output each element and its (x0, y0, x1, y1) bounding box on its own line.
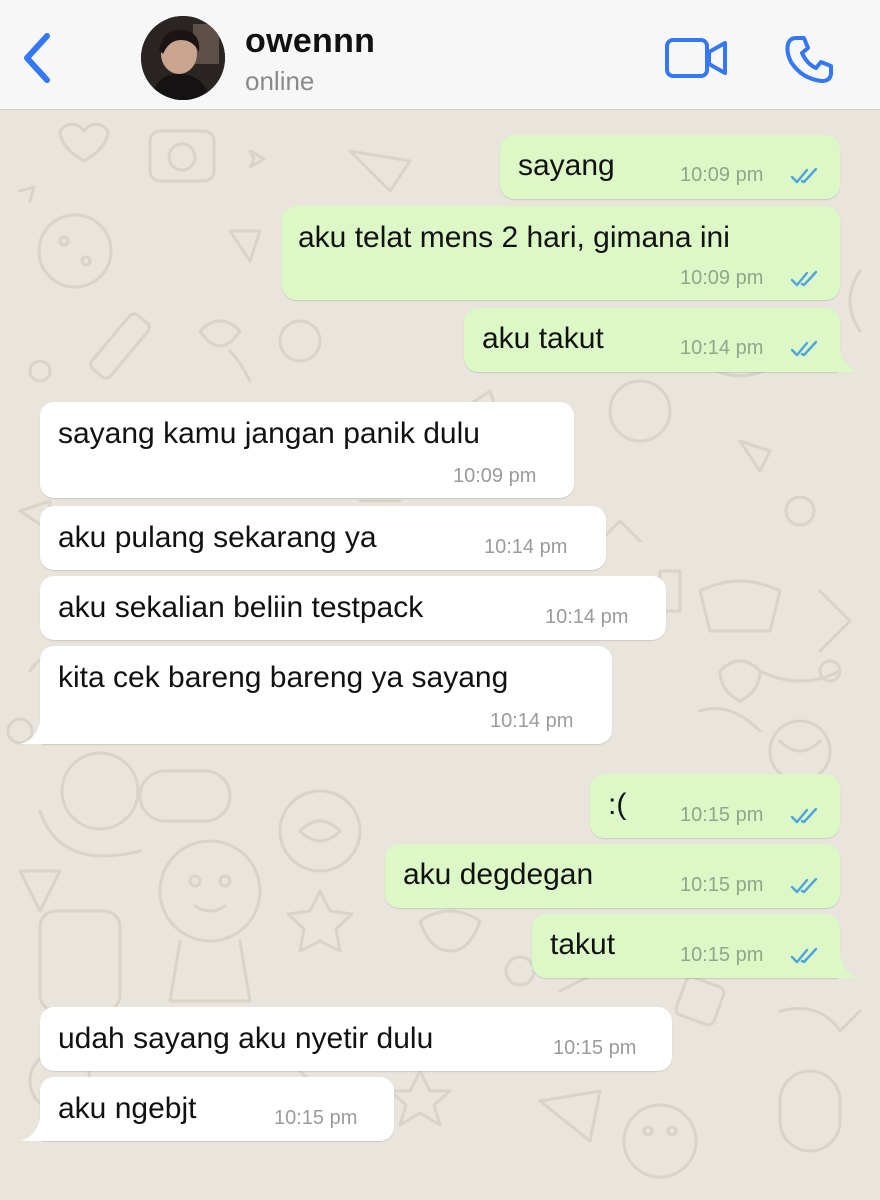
message-text: sayang kamu jangan panik dulu (58, 417, 480, 450)
message-bubble-incoming[interactable]: aku pulang sekarang ya 10:14 pm (40, 506, 606, 570)
avatar[interactable] (141, 16, 225, 100)
video-call-button[interactable] (664, 36, 730, 80)
message-time: 10:15 pm (274, 1107, 358, 1129)
message-time: 10:14 pm (484, 536, 568, 558)
message-time: 10:15 pm (553, 1037, 637, 1059)
chat-area[interactable]: sayang 10:09 pm aku telat mens 2 hari, g… (0, 111, 880, 1200)
read-ticks-icon (790, 167, 818, 184)
phone-icon (785, 36, 833, 83)
message-time: 10:09 pm (680, 164, 764, 186)
chat-header: owennn online (0, 0, 880, 110)
chevron-left-icon (24, 33, 50, 83)
read-ticks-icon (790, 807, 818, 824)
read-ticks-icon (790, 877, 818, 894)
bubble-tail (834, 956, 860, 978)
bubble-tail (20, 722, 46, 744)
message-text: kita cek bareng bareng ya sayang (58, 661, 509, 694)
message-time: 10:15 pm (680, 874, 764, 896)
message-bubble-outgoing[interactable]: aku degdegan 10:15 pm (385, 844, 840, 908)
message-time: 10:14 pm (545, 606, 629, 628)
video-camera-icon (665, 38, 727, 78)
message-bubble-incoming[interactable]: aku sekalian beliin testpack 10:14 pm (40, 576, 666, 640)
message-bubble-outgoing[interactable]: aku takut 10:14 pm (464, 308, 840, 372)
message-text: aku sekalian beliin testpack (58, 591, 424, 624)
message-text: aku telat mens 2 hari, gimana ini (298, 221, 730, 254)
message-time: 10:15 pm (680, 804, 764, 826)
message-text: aku degdegan (403, 858, 594, 891)
back-button[interactable] (14, 30, 58, 86)
message-bubble-incoming[interactable]: sayang kamu jangan panik dulu 10:09 pm (40, 402, 574, 498)
message-bubble-outgoing[interactable]: aku telat mens 2 hari, gimana ini 10:09 … (282, 206, 840, 300)
message-text: :( (608, 788, 627, 821)
message-time: 10:14 pm (490, 710, 574, 732)
bubble-tail (834, 350, 860, 372)
message-bubble-outgoing[interactable]: sayang 10:09 pm (500, 135, 840, 199)
voice-call-button[interactable] (782, 32, 836, 86)
read-ticks-icon (790, 340, 818, 357)
message-text: aku takut (482, 322, 604, 355)
message-text: udah sayang aku nyetir dulu (58, 1022, 434, 1055)
message-bubble-outgoing[interactable]: :( 10:15 pm (590, 774, 840, 838)
bubble-tail (20, 1119, 46, 1141)
message-time: 10:09 pm (680, 267, 764, 289)
message-time: 10:09 pm (453, 465, 537, 487)
message-bubble-incoming[interactable]: kita cek bareng bareng ya sayang 10:14 p… (40, 646, 612, 744)
message-text: aku pulang sekarang ya (58, 521, 377, 554)
message-text: aku ngebjt (58, 1092, 197, 1125)
contact-status: online (245, 66, 315, 96)
message-bubble-incoming[interactable]: aku ngebjt 10:15 pm (40, 1077, 394, 1141)
read-ticks-icon (790, 947, 818, 964)
message-text: takut (550, 928, 616, 961)
read-ticks-icon (790, 270, 818, 287)
message-time: 10:14 pm (680, 337, 764, 359)
message-time: 10:15 pm (680, 944, 764, 966)
message-bubble-outgoing[interactable]: takut 10:15 pm (532, 914, 840, 978)
message-text: sayang (518, 149, 615, 182)
contact-name[interactable]: owennn (245, 22, 375, 61)
message-bubble-incoming[interactable]: udah sayang aku nyetir dulu 10:15 pm (40, 1007, 672, 1071)
